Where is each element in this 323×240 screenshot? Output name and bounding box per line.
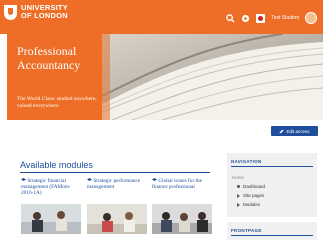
pencil-icon bbox=[279, 129, 284, 133]
flag-icon[interactable] bbox=[256, 13, 266, 23]
navigation-divider bbox=[231, 166, 313, 167]
nav-item-label: Dashboard bbox=[243, 184, 266, 189]
module-title[interactable]: Global issues for the finance profession… bbox=[152, 178, 212, 202]
nav-home[interactable]: Home bbox=[232, 175, 244, 180]
university-logo[interactable]: UNIVERSITY OF LONDON bbox=[4, 4, 68, 20]
frontpage-block: FRONTPAGE bbox=[227, 222, 317, 240]
hero-title-line-2: Accountancy bbox=[17, 58, 81, 72]
module-title[interactable]: Strategic performance management bbox=[87, 178, 147, 202]
module-title-text: Strategic financial management (FAMom-20… bbox=[21, 178, 71, 196]
bullet-icon bbox=[237, 185, 240, 189]
module-image bbox=[152, 204, 212, 234]
logo-line-2: OF LONDON bbox=[21, 11, 68, 20]
crest-icon bbox=[4, 4, 17, 20]
nav-item-label: Modules bbox=[243, 202, 261, 207]
frontpage-divider bbox=[231, 235, 313, 236]
module-image bbox=[21, 204, 81, 234]
module-icon bbox=[152, 178, 157, 182]
nav-item-dashboard[interactable]: Dashboard bbox=[237, 184, 265, 189]
navigation-block: NAVIGATION Home Dashboard Site pages Mod… bbox=[227, 153, 317, 217]
module-card[interactable]: Strategic performance management bbox=[87, 178, 147, 239]
expand-icon bbox=[237, 202, 240, 207]
hero-banner: Professional Accountancy The World Class… bbox=[7, 34, 323, 120]
book-image bbox=[102, 34, 323, 120]
hero-title-line-1: Professional bbox=[17, 44, 77, 58]
edit-access-button[interactable]: Edit access bbox=[271, 126, 318, 136]
top-bar: UNIVERSITY OF LONDON Test Student bbox=[0, 0, 323, 34]
top-icons: Test Student bbox=[226, 12, 317, 24]
avatar[interactable] bbox=[305, 12, 317, 24]
module-icon bbox=[21, 178, 26, 182]
frontpage-heading: FRONTPAGE bbox=[231, 228, 262, 233]
module-title-text: Global issues for the finance profession… bbox=[152, 178, 203, 190]
hero-title: Professional Accountancy bbox=[17, 44, 80, 72]
chat-icon[interactable] bbox=[241, 14, 250, 23]
page: UNIVERSITY OF LONDON Test Student Profes… bbox=[0, 0, 323, 240]
module-title-text: Strategic performance management bbox=[87, 178, 141, 190]
nav-item-site-pages[interactable]: Site pages bbox=[237, 193, 264, 198]
module-card[interactable]: Strategic financial management (FAMom-20… bbox=[21, 178, 81, 239]
modules-heading: Available modules bbox=[20, 160, 93, 170]
logo-text: UNIVERSITY OF LONDON bbox=[21, 4, 68, 20]
module-card[interactable]: Global issues for the finance profession… bbox=[152, 178, 212, 239]
hero-subtitle: The World Class: studied anywhere, value… bbox=[17, 96, 97, 109]
nav-item-label: Site pages bbox=[243, 193, 265, 198]
modules-divider bbox=[20, 172, 210, 173]
nav-item-modules[interactable]: Modules bbox=[237, 202, 260, 207]
module-icon bbox=[87, 178, 92, 182]
module-title[interactable]: Strategic financial management (FAMom-20… bbox=[21, 178, 81, 202]
user-name[interactable]: Test Student bbox=[271, 15, 299, 21]
expand-icon bbox=[237, 193, 240, 198]
navigation-heading: NAVIGATION bbox=[231, 159, 262, 164]
module-image bbox=[87, 204, 147, 234]
search-icon[interactable] bbox=[226, 13, 235, 23]
edit-access-label: Edit access bbox=[286, 128, 310, 134]
